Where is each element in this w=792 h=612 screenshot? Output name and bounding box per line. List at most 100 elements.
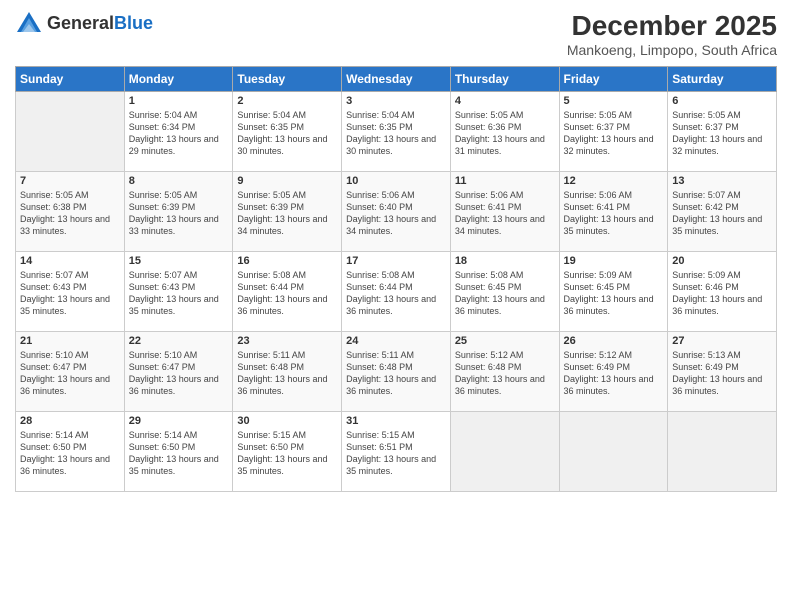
logo-blue: Blue [114,14,153,34]
day-number: 27 [672,335,772,347]
day-number: 30 [237,415,337,427]
day-cell: 14 Sunrise: 5:07 AM Sunset: 6:43 PM Dayli… [16,252,125,332]
day-number: 13 [672,175,772,187]
day-info: Sunrise: 5:05 AM Sunset: 6:37 PM Dayligh… [672,109,772,158]
week-row: 21 Sunrise: 5:10 AM Sunset: 6:47 PM Dayli… [16,332,777,412]
day-info: Sunrise: 5:13 AM Sunset: 6:49 PM Dayligh… [672,349,772,398]
day-cell: 7Sunrise: 5:05 AM Sunset: 6:38 PM Daylig… [16,172,125,252]
day-cell [668,412,777,492]
week-row: 1 Sunrise: 5:04 AM Sunset: 6:34 PM Daylig… [16,92,777,172]
day-cell: 25 Sunrise: 5:12 AM Sunset: 6:48 PM Dayli… [450,332,559,412]
day-number: 9 [237,175,337,187]
day-cell: 23 Sunrise: 5:11 AM Sunset: 6:48 PM Dayli… [233,332,342,412]
day-cell: 9 Sunrise: 5:05 AM Sunset: 6:39 PM Daylig… [233,172,342,252]
day-cell: 15 Sunrise: 5:07 AM Sunset: 6:43 PM Dayli… [124,252,233,332]
day-number: 12 [564,175,664,187]
day-cell: 13 Sunrise: 5:07 AM Sunset: 6:42 PM Dayli… [668,172,777,252]
day-number: 19 [564,255,664,267]
day-header: Friday [559,67,668,92]
day-info: Sunrise: 5:04 AM Sunset: 6:34 PM Dayligh… [129,109,229,158]
calendar-table: SundayMondayTuesdayWednesdayThursdayFrid… [15,66,777,492]
day-number: 23 [237,335,337,347]
day-info: Sunrise: 5:07 AM Sunset: 6:42 PM Dayligh… [672,189,772,238]
day-info: Sunrise: 5:10 AM Sunset: 6:47 PM Dayligh… [129,349,229,398]
day-info: Sunrise: 5:05 AM Sunset: 6:36 PM Dayligh… [455,109,555,158]
day-cell: 27 Sunrise: 5:13 AM Sunset: 6:49 PM Dayli… [668,332,777,412]
month-year: December 2025 [567,10,777,42]
day-info: Sunrise: 5:05 AM Sunset: 6:38 PM Dayligh… [20,189,120,238]
day-cell: 26 Sunrise: 5:12 AM Sunset: 6:49 PM Dayli… [559,332,668,412]
header: GeneralBlue December 2025 Mankoeng, Limp… [15,10,777,58]
day-cell [559,412,668,492]
day-cell: 10 Sunrise: 5:06 AM Sunset: 6:40 PM Dayli… [342,172,451,252]
day-cell: 28 Sunrise: 5:14 AM Sunset: 6:50 PM Dayli… [16,412,125,492]
day-cell: 6Sunrise: 5:05 AM Sunset: 6:37 PM Daylig… [668,92,777,172]
day-number: 4 [455,95,555,107]
day-info: Sunrise: 5:10 AM Sunset: 6:47 PM Dayligh… [20,349,120,398]
day-number: 31 [346,415,446,427]
day-cell: 16 Sunrise: 5:08 AM Sunset: 6:44 PM Dayli… [233,252,342,332]
day-header: Wednesday [342,67,451,92]
day-info: Sunrise: 5:11 AM Sunset: 6:48 PM Dayligh… [237,349,337,398]
day-info: Sunrise: 5:08 AM Sunset: 6:44 PM Dayligh… [237,269,337,318]
week-row: 28 Sunrise: 5:14 AM Sunset: 6:50 PM Dayli… [16,412,777,492]
day-number: 16 [237,255,337,267]
location: Mankoeng, Limpopo, South Africa [567,42,777,58]
day-header: Sunday [16,67,125,92]
day-cell: 12Sunrise: 5:06 AM Sunset: 6:41 PM Dayli… [559,172,668,252]
day-header: Saturday [668,67,777,92]
day-info: Sunrise: 5:14 AM Sunset: 6:50 PM Dayligh… [20,429,120,478]
week-row: 7Sunrise: 5:05 AM Sunset: 6:38 PM Daylig… [16,172,777,252]
day-cell [16,92,125,172]
day-number: 26 [564,335,664,347]
day-info: Sunrise: 5:04 AM Sunset: 6:35 PM Dayligh… [346,109,446,158]
day-info: Sunrise: 5:07 AM Sunset: 6:43 PM Dayligh… [129,269,229,318]
day-cell: 8Sunrise: 5:05 AM Sunset: 6:39 PM Daylig… [124,172,233,252]
logo-icon [15,10,43,38]
title-block: December 2025 Mankoeng, Limpopo, South A… [567,10,777,58]
day-number: 14 [20,255,120,267]
day-number: 5 [564,95,664,107]
day-number: 28 [20,415,120,427]
day-number: 24 [346,335,446,347]
logo-text: GeneralBlue [47,14,153,34]
day-cell: 11Sunrise: 5:06 AM Sunset: 6:41 PM Dayli… [450,172,559,252]
day-header: Thursday [450,67,559,92]
day-info: Sunrise: 5:11 AM Sunset: 6:48 PM Dayligh… [346,349,446,398]
day-number: 21 [20,335,120,347]
day-cell: 2 Sunrise: 5:04 AM Sunset: 6:35 PM Daylig… [233,92,342,172]
day-info: Sunrise: 5:12 AM Sunset: 6:48 PM Dayligh… [455,349,555,398]
day-cell: 4 Sunrise: 5:05 AM Sunset: 6:36 PM Daylig… [450,92,559,172]
day-number: 20 [672,255,772,267]
day-number: 2 [237,95,337,107]
day-number: 15 [129,255,229,267]
calendar-page: GeneralBlue December 2025 Mankoeng, Limp… [0,0,792,612]
day-cell: 24 Sunrise: 5:11 AM Sunset: 6:48 PM Dayli… [342,332,451,412]
day-number: 10 [346,175,446,187]
day-number: 11 [455,175,555,187]
day-info: Sunrise: 5:06 AM Sunset: 6:40 PM Dayligh… [346,189,446,238]
day-info: Sunrise: 5:14 AM Sunset: 6:50 PM Dayligh… [129,429,229,478]
day-info: Sunrise: 5:07 AM Sunset: 6:43 PM Dayligh… [20,269,120,318]
day-info: Sunrise: 5:05 AM Sunset: 6:37 PM Dayligh… [564,109,664,158]
day-cell: 21 Sunrise: 5:10 AM Sunset: 6:47 PM Dayli… [16,332,125,412]
day-number: 3 [346,95,446,107]
day-info: Sunrise: 5:09 AM Sunset: 6:46 PM Dayligh… [672,269,772,318]
day-number: 29 [129,415,229,427]
day-info: Sunrise: 5:05 AM Sunset: 6:39 PM Dayligh… [237,189,337,238]
day-info: Sunrise: 5:12 AM Sunset: 6:49 PM Dayligh… [564,349,664,398]
day-number: 8 [129,175,229,187]
day-cell: 17Sunrise: 5:08 AM Sunset: 6:44 PM Dayli… [342,252,451,332]
day-number: 1 [129,95,229,107]
day-cell: 22Sunrise: 5:10 AM Sunset: 6:47 PM Dayli… [124,332,233,412]
day-header: Monday [124,67,233,92]
day-cell: 19 Sunrise: 5:09 AM Sunset: 6:45 PM Dayli… [559,252,668,332]
logo-general: General [47,14,114,34]
day-cell: 18Sunrise: 5:08 AM Sunset: 6:45 PM Dayli… [450,252,559,332]
day-number: 25 [455,335,555,347]
day-cell: 30Sunrise: 5:15 AM Sunset: 6:50 PM Dayli… [233,412,342,492]
day-header: Tuesday [233,67,342,92]
day-number: 17 [346,255,446,267]
day-info: Sunrise: 5:04 AM Sunset: 6:35 PM Dayligh… [237,109,337,158]
day-info: Sunrise: 5:09 AM Sunset: 6:45 PM Dayligh… [564,269,664,318]
